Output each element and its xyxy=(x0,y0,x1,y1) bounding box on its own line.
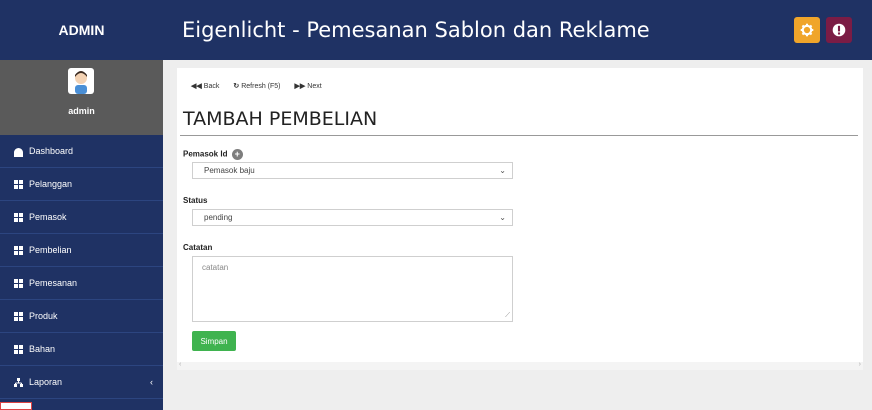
divider xyxy=(180,135,858,136)
chevron-left-icon: ‹ xyxy=(150,377,153,387)
settings-button[interactable] xyxy=(794,17,820,43)
grid-icon xyxy=(14,179,23,189)
pemasok-select[interactable]: Pemasok baju ⌄ xyxy=(192,162,513,179)
page-toolbar: ◀◀ Back ↻ Refresh (F5) ▶▶ Next xyxy=(191,79,322,93)
sidebar-item-label: Pelanggan xyxy=(29,179,73,189)
next-button[interactable]: ▶▶ Next xyxy=(295,82,322,90)
profile-name: admin xyxy=(68,106,95,116)
refresh-icon: ↻ xyxy=(233,83,240,90)
alert-button[interactable] xyxy=(826,17,852,43)
sidebar-item-label: Pemasok xyxy=(29,212,67,222)
sitemap-icon xyxy=(14,377,23,387)
sidebar-item-pemasok[interactable]: Pemasok xyxy=(0,201,163,234)
scroll-right-icon[interactable]: › xyxy=(859,361,861,368)
sidebar-item-pembelian[interactable]: Pembelian xyxy=(0,234,163,267)
sidebar-item-dashboard[interactable]: Dashboard xyxy=(0,135,163,168)
sidebar-item-label: Laporan xyxy=(29,377,63,387)
sidebar-item-produk[interactable]: Produk xyxy=(0,300,163,333)
add-pemasok-icon[interactable]: + xyxy=(231,149,243,160)
back-button[interactable]: ◀◀ Back xyxy=(191,82,219,90)
refresh-button[interactable]: ↻ Refresh (F5) xyxy=(233,82,280,90)
catatan-label: Catatan xyxy=(183,243,213,252)
scroll-left-icon[interactable]: ‹ xyxy=(179,361,181,368)
sidebar-nav: Dashboard Pelanggan Pemasok Pembelian Pe… xyxy=(0,135,163,399)
grid-icon xyxy=(14,245,23,255)
status-select[interactable]: pending ⌄ xyxy=(192,209,513,226)
sidebar-item-label: Dashboard xyxy=(29,146,74,156)
avatar xyxy=(68,68,94,94)
partial-badge xyxy=(0,402,32,410)
backward-icon: ◀◀ xyxy=(191,83,202,90)
grid-icon xyxy=(14,311,23,321)
sidebar-item-pelanggan[interactable]: Pelanggan xyxy=(0,168,163,201)
grid-icon xyxy=(14,212,23,222)
sidebar-item-pemesanan[interactable]: Pemesanan xyxy=(0,267,163,300)
dashboard-icon xyxy=(14,147,23,157)
status-label: Status xyxy=(183,196,208,205)
user-profile: admin xyxy=(0,60,163,135)
exclamation-icon xyxy=(832,23,846,37)
grid-icon xyxy=(14,344,23,354)
chevron-down-icon: ⌄ xyxy=(499,213,506,222)
sidebar: admin Dashboard Pelanggan Pemasok Pembel… xyxy=(0,60,163,410)
forward-icon: ▶▶ xyxy=(294,83,306,90)
resize-handle-icon[interactable]: ⟋ xyxy=(505,312,510,320)
sidebar-item-label: Bahan xyxy=(29,344,56,354)
app-title: Eigenlicht - Pemesanan Sablon dan Reklam… xyxy=(182,18,650,42)
grid-icon xyxy=(14,278,23,288)
catatan-placeholder: catatan xyxy=(202,263,229,272)
catatan-textarea[interactable]: catatan ⟋ xyxy=(192,256,513,322)
sidebar-item-laporan[interactable]: Laporan ‹ xyxy=(0,366,163,399)
gear-icon xyxy=(800,23,814,37)
sidebar-item-label: Pembelian xyxy=(29,245,72,255)
pemasok-label: Pemasok Id + xyxy=(183,149,243,160)
sidebar-item-label: Pemesanan xyxy=(29,278,78,288)
horizontal-scrollbar[interactable]: ‹ › xyxy=(177,361,863,370)
sidebar-item-bahan[interactable]: Bahan xyxy=(0,333,163,366)
brand-logo[interactable]: ADMIN xyxy=(0,0,163,60)
chevron-down-icon: ⌄ xyxy=(499,166,506,175)
save-button[interactable]: Simpan xyxy=(192,331,236,351)
user-avatar-icon xyxy=(75,71,87,94)
page-title: TAMBAH PEMBELIAN xyxy=(183,108,378,130)
sidebar-item-label: Produk xyxy=(29,311,58,321)
